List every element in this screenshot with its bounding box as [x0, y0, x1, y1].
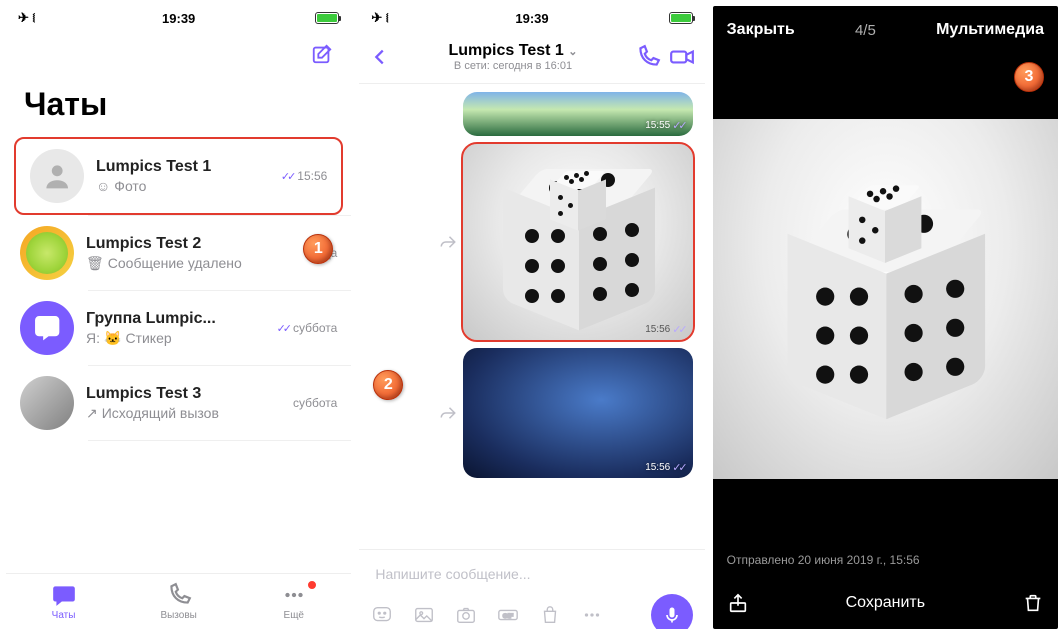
voice-call-icon[interactable]: [635, 44, 661, 70]
chat-preview-prefix: Я:: [86, 330, 100, 346]
outgoing-call-icon: ↗: [86, 405, 98, 422]
save-button[interactable]: Сохранить: [846, 594, 926, 612]
chat-list: Lumpics Test 1 ☺Фото ✓✓15:56 1 Lumpics T…: [6, 137, 351, 573]
chevron-down-icon[interactable]: ⌄: [568, 46, 577, 58]
media-counter: 4/5: [855, 22, 876, 39]
chat-row-lumpics-test-1[interactable]: Lumpics Test 1 ☺Фото ✓✓ 15:56: [14, 137, 343, 215]
chat-preview: Исходящий вызов: [102, 405, 219, 421]
tab-chats[interactable]: Чаты: [6, 574, 121, 629]
microphone-button[interactable]: [651, 594, 693, 629]
battery-icon: [315, 12, 339, 24]
gallery-icon[interactable]: [413, 604, 435, 626]
chat-bubble-icon: [51, 582, 77, 608]
svg-text:GIF: GIF: [503, 613, 514, 620]
chat-time: суббота: [293, 396, 337, 410]
status-bar: ✈ ⧙ 19:39: [359, 6, 704, 30]
video-call-icon[interactable]: [669, 44, 695, 70]
contact-status: В сети: сегодня в 16:01: [399, 60, 626, 72]
message-composer: GIF: [359, 549, 704, 629]
share-icon[interactable]: [727, 592, 749, 614]
read-ticks-icon: ✓✓: [277, 323, 289, 335]
avatar-laptop-icon: [20, 376, 74, 430]
tab-more[interactable]: Ещё: [236, 574, 351, 629]
chat-row-lumpics-test-2[interactable]: Lumpics Test 2 🗑Сообщение удалено среда: [6, 216, 351, 290]
tab-label: Чаты: [52, 610, 76, 621]
more-icon[interactable]: [581, 604, 603, 626]
conversation-header: Lumpics Test 1 ⌄ В сети: сегодня в 16:01: [359, 30, 704, 84]
back-icon[interactable]: [369, 46, 391, 68]
callout-badge-3: 3: [1014, 62, 1044, 92]
media-image-dice: [713, 119, 1058, 479]
message-image-dice[interactable]: 15:56✓✓: [463, 144, 693, 340]
message-time: 15:55: [645, 120, 670, 131]
message-image-beach[interactable]: 15:55✓✓: [463, 92, 693, 136]
chat-row-group-lumpics[interactable]: Группа Lumpic... Я:🐱Стикер ✓✓ суббота: [6, 291, 351, 365]
chat-name: Lumpics Test 3: [86, 385, 281, 403]
cat-icon: 🐱: [104, 330, 121, 347]
wifi-icon: ⧙: [386, 10, 389, 25]
camera-icon[interactable]: [455, 604, 477, 626]
wifi-icon: ⧙: [33, 10, 36, 25]
battery-icon: [669, 12, 693, 24]
tab-label: Ещё: [284, 610, 304, 621]
read-ticks-icon: ✓✓: [281, 171, 293, 183]
trash-icon: 🗑: [86, 255, 104, 272]
chat-preview: Фото: [114, 178, 146, 194]
message-time: 15:56: [645, 462, 670, 473]
chat-name: Lumpics Test 1: [96, 158, 269, 176]
avatar-placeholder-icon: [30, 149, 84, 203]
gif-icon[interactable]: GIF: [497, 604, 519, 626]
read-ticks-icon: ✓✓: [672, 119, 684, 132]
photo-icon: ☺: [96, 178, 110, 194]
airplane-mode-icon: ✈: [18, 10, 29, 25]
status-time: 19:39: [515, 11, 548, 26]
sticker-icon[interactable]: [371, 604, 393, 626]
chat-preview: Сообщение удалено: [108, 255, 242, 271]
chat-preview: Стикер: [125, 330, 171, 346]
media-sent-timestamp: Отправлено 20 июня 2019 г., 15:56: [713, 543, 1058, 577]
media-viewer-screen: Закрыть 4/5 Мультимедиа 3 Отправлено 20 …: [713, 6, 1058, 629]
compose-icon[interactable]: [311, 43, 333, 65]
media-viewport[interactable]: [713, 54, 1058, 543]
airplane-mode-icon: ✈: [371, 10, 382, 25]
chat-conversation-screen: ✈ ⧙ 19:39 Lumpics Test 1 ⌄ В сети: сегод…: [359, 6, 704, 629]
tab-bar: Чаты Вызовы Ещё: [6, 573, 351, 629]
chat-name: Группа Lumpic...: [86, 310, 265, 328]
message-image-tech[interactable]: 15:56✓✓: [463, 348, 693, 478]
status-time: 19:39: [162, 11, 195, 26]
message-row: 15:56✓✓: [371, 144, 692, 340]
contact-name[interactable]: Lumpics Test 1: [449, 42, 564, 59]
status-bar: ✈ ⧙ 19:39: [6, 6, 351, 30]
chats-list-screen: ✈ ⧙ 19:39 Чаты Lumpics Test 1 ☺Фото ✓✓ 15…: [6, 6, 351, 629]
delete-icon[interactable]: [1022, 592, 1044, 614]
message-list[interactable]: 15:55✓✓: [359, 84, 704, 549]
read-ticks-icon: ✓✓: [672, 461, 684, 474]
shop-icon[interactable]: [539, 604, 561, 626]
multimedia-button[interactable]: Мультимедиа: [936, 21, 1044, 39]
close-button[interactable]: Закрыть: [727, 21, 795, 39]
media-viewer-header: Закрыть 4/5 Мультимедиа: [713, 6, 1058, 54]
message-time: 15:56: [645, 324, 670, 335]
forward-icon[interactable]: [439, 404, 457, 422]
message-row: 15:56✓✓: [371, 348, 692, 478]
chat-time: суббота: [293, 321, 337, 335]
forward-icon[interactable]: [439, 233, 457, 251]
tab-label: Вызовы: [160, 610, 196, 621]
message-input[interactable]: [371, 558, 692, 590]
chat-name: Lumpics Test 2: [86, 235, 293, 253]
tab-calls[interactable]: Вызовы: [121, 574, 236, 629]
notification-dot-icon: [307, 580, 317, 590]
read-ticks-icon: ✓✓: [672, 323, 684, 336]
avatar-lime-icon: [20, 226, 74, 280]
chats-header: [6, 30, 351, 78]
media-viewer-footer: Сохранить: [713, 577, 1058, 629]
page-title: Чаты: [6, 78, 351, 137]
chat-row-lumpics-test-3[interactable]: Lumpics Test 3 ↗Исходящий вызов суббота: [6, 366, 351, 440]
more-dots-icon: [281, 582, 307, 608]
avatar-viber-icon: [20, 301, 74, 355]
chat-time: 15:56: [297, 169, 327, 183]
message-row: 15:55✓✓: [371, 92, 692, 136]
phone-icon: [166, 582, 192, 608]
